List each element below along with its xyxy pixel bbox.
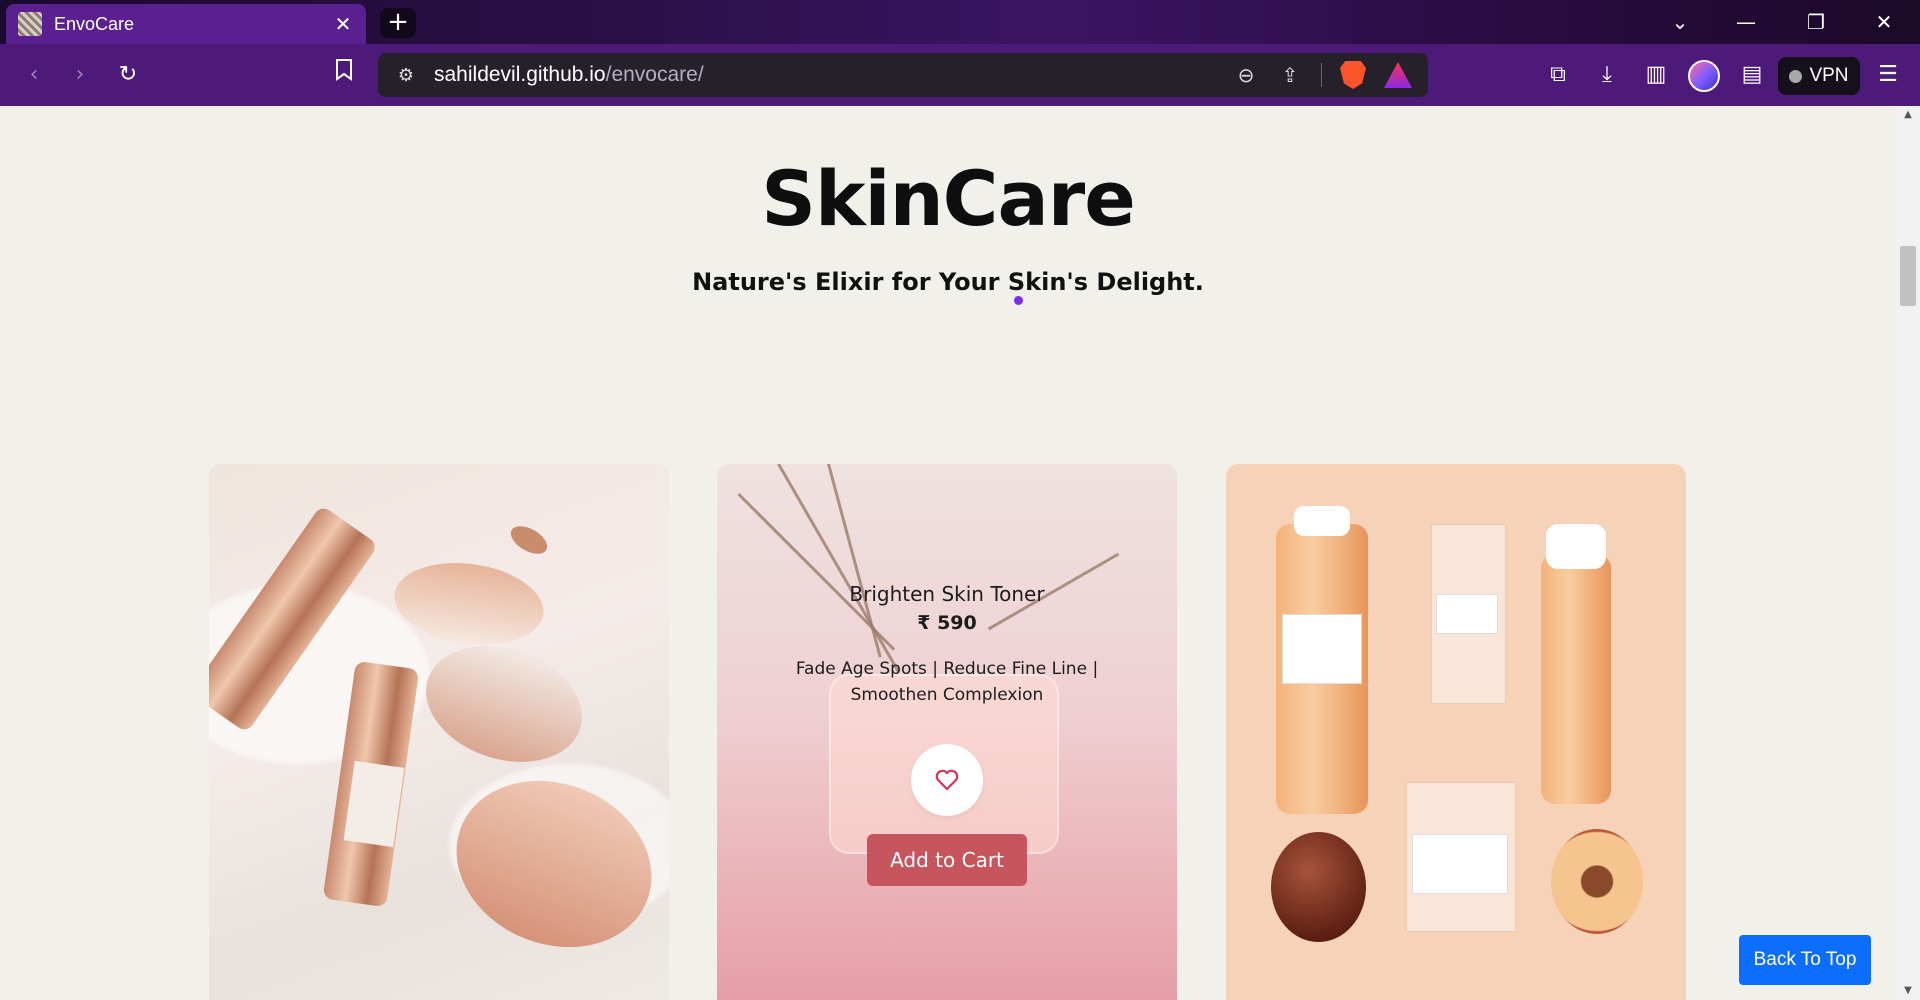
brave-shield-icon[interactable] [1340,61,1366,89]
add-to-cart-button[interactable]: Add to Cart [867,834,1027,886]
foam-bottle [1541,554,1611,804]
site-settings-icon[interactable]: ⚙ [392,65,420,86]
product-description: Fade Age Spots | Reduce Fine Line | Smoo… [795,659,1099,705]
product-price: ₹ 590 [917,612,977,634]
new-tab-button[interactable]: + [380,8,416,38]
back-to-top-button[interactable]: Back To Top [1739,935,1871,985]
active-tab[interactable]: EnvoCare ✕ [6,4,366,44]
vpn-label: VPN [1809,65,1849,86]
box-label [1436,594,1498,634]
restore-icon[interactable]: ❐ [1788,0,1844,44]
tab-search-chevron-icon[interactable]: ⌄ [1652,0,1708,44]
url-domain: sahildevil.github.io [434,63,606,86]
product-card-image-3[interactable] [1226,464,1686,1000]
address-bar[interactable]: ⚙ sahildevil.github.io/envocare/ ⊖ ⇪ [378,53,1428,97]
browser-toolbar: ‹ › ↻ ⚙ sahildevil.github.io/envocare/ ⊖… [0,44,1920,106]
heart-icon [935,769,959,791]
night-cream-jar [410,626,598,782]
bottle-label [1282,614,1362,684]
window-close-icon[interactable]: ✕ [1856,0,1912,44]
profile-avatar[interactable] [1688,60,1720,92]
extensions-icon[interactable]: ⧉ [1542,59,1574,91]
download-icon[interactable]: ⤓ [1591,59,1623,91]
bookmark-icon[interactable] [328,59,360,91]
box-label [1412,834,1508,894]
tab-favicon [18,12,42,36]
sidebar-icon[interactable]: ▥ [1640,59,1672,91]
back-icon[interactable]: ‹ [18,59,50,91]
product-info: Brighten Skin Toner ₹ 590 Fade Age Spots… [717,582,1177,708]
product-card-image-1[interactable] [209,464,669,1000]
reload-icon[interactable]: ↻ [112,59,144,91]
wishlist-button[interactable] [911,744,983,816]
rewards-icon[interactable] [1384,62,1412,88]
peach [1271,832,1366,942]
url-text[interactable]: sahildevil.github.io/envocare/ [434,63,1233,87]
scroll-down-icon[interactable]: ▼ [1896,982,1920,1000]
page-scrollbar[interactable]: ▲ ▼ [1896,106,1920,1000]
scroll-thumb[interactable] [1900,246,1916,306]
tab-title: EnvoCare [54,13,135,34]
bottle-cap [1294,506,1350,536]
section-heading: SkinCare [761,154,1136,243]
zoom-icon[interactable]: ⊖ [1233,63,1259,87]
section-subheading: Nature's Elixir for Your Skin's Delight. [692,268,1204,296]
product-card-toner[interactable]: Brighten Skin Toner ₹ 590 Fade Age Spots… [717,464,1177,1000]
product-name: Brighten Skin Toner [849,582,1045,606]
vpn-status-icon [1789,69,1803,83]
page-content: SkinCare Nature's Elixir for Your Skin's… [0,106,1896,1000]
share-icon[interactable]: ⇪ [1277,63,1303,87]
url-path: /envocare/ [605,63,704,86]
roller-tool [506,520,552,560]
tab-strip: EnvoCare ✕ + ⌄ — ❐ ✕ [0,0,1920,44]
cursor-dot [1014,296,1023,305]
vpn-button[interactable]: VPN [1778,57,1860,95]
peach-half [1551,829,1643,934]
divider [1321,63,1322,87]
minimize-icon[interactable]: — [1718,0,1774,44]
wallet-icon[interactable]: ▤ [1736,59,1768,91]
close-tab-icon[interactable]: ✕ [332,12,354,36]
menu-icon[interactable]: ☰ [1872,59,1904,91]
forward-icon[interactable]: › [64,59,96,91]
pump-cap [1546,524,1606,569]
scroll-up-icon[interactable]: ▲ [1896,106,1920,124]
